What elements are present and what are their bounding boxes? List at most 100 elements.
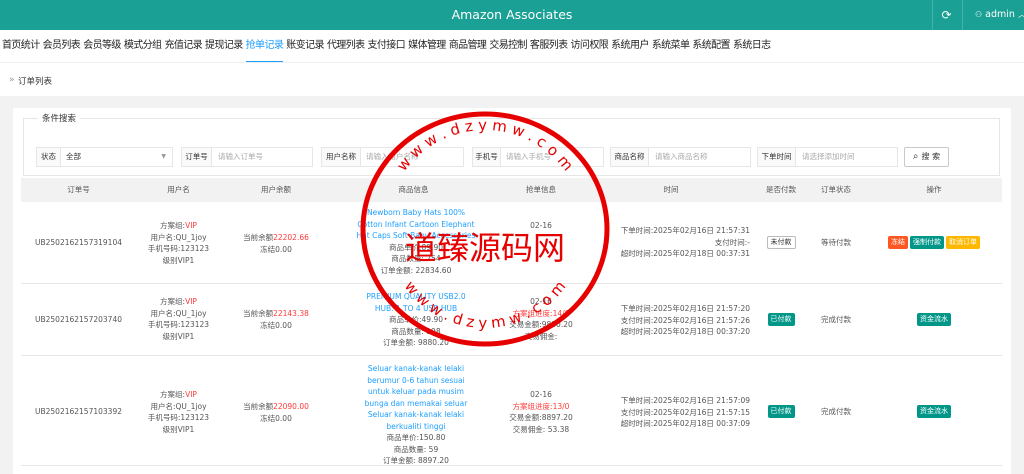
fund-flow-button[interactable]: 资金流水 — [917, 405, 951, 418]
user-name: 用户名:QU_1joy — [150, 401, 207, 411]
refresh-icon[interactable]: ⟳ — [932, 0, 960, 30]
status-label: 状态 — [37, 148, 61, 166]
breadcrumb-separator: » — [9, 75, 15, 85]
breadcrumb: » 订单列表 — [0, 62, 1024, 96]
chevron-down-icon: ▼ — [161, 153, 166, 160]
grab-progress: 方案组进度:13/0 — [512, 401, 570, 411]
product-qty: 商品数量: 59 — [393, 444, 439, 454]
nav-item[interactable]: 代理列表 — [327, 39, 365, 53]
main-nav: 首页统计 会员列表 会员等级 模式分组 充值记录 提现记录 抢单记录 账变记录 代理列表 支付接口… — [0, 30, 1024, 63]
order-status: 等待付款 — [821, 238, 851, 247]
th-balance: 用户余额 — [261, 185, 291, 194]
app-title: Amazon Associates — [451, 7, 573, 22]
unpaid-tag: 未付款 — [766, 236, 796, 249]
stamp-center-text: 道臻源码网 — [405, 229, 565, 267]
nav-item[interactable]: 模式分组 — [124, 39, 162, 53]
user-info: 方案组:VIP 用户名:QU_1joy 手机号码:123123 级别VIP1 — [136, 220, 221, 266]
time-info: 下单时间:2025年02月16日 21:57:09 支付时间:2025年02月1… — [586, 395, 756, 430]
pay-time: 支付时间:2025年02月16日 21:57:15 — [620, 407, 750, 417]
nav-item[interactable]: 会员列表 — [43, 39, 81, 53]
status-value: 全部 — [66, 152, 81, 161]
user-icon: ⚇ — [975, 10, 983, 19]
order-status: 完成付款 — [821, 407, 851, 416]
frozen-amount: 冻结0.00 — [260, 413, 292, 423]
user-info: 方案组:VIP 用户名:QU_1joy 手机号码:123123 级别VIP1 — [136, 296, 221, 342]
user-name: 用户名:QU_1joy — [150, 308, 207, 318]
plan-line: 方案组:VIP — [160, 390, 197, 399]
product-name-placeholder: 请输入商品名称 — [655, 152, 708, 161]
search-button-label: 搜 索 — [921, 152, 941, 161]
frozen-amount: 冻结0.00 — [260, 244, 292, 254]
paid-status: 已付款 — [756, 405, 806, 418]
nav-item[interactable]: 商品管理 — [449, 39, 487, 53]
fund-flow-button[interactable]: 资金流水 — [917, 313, 951, 326]
nav-item[interactable]: 会员等级 — [83, 39, 121, 53]
paid-status: 未付款 — [756, 236, 806, 249]
nav-items: 首页统计 会员列表 会员等级 模式分组 充值记录 提现记录 抢单记录 账变记录 代理列表 支付接口… — [2, 39, 774, 63]
order-time: 下单时间:2025年02月16日 21:57:09 — [620, 396, 750, 405]
nav-item[interactable]: 客服列表 — [530, 39, 568, 53]
nav-item[interactable]: 系统用户 — [611, 39, 649, 53]
nav-item[interactable]: 支付接口 — [367, 39, 405, 53]
th-status: 订单状态 — [821, 185, 851, 194]
plan-line: 方案组:VIP — [160, 297, 197, 306]
nav-item[interactable]: 系统菜单 — [652, 39, 690, 53]
user-menu[interactable]: ⚇admin︿ — [962, 0, 1024, 30]
grab-commission: 交易佣金: 53.38 — [512, 424, 570, 434]
balance-info: 当前余额22202.66 冻结0.00 — [221, 232, 331, 255]
user-phone: 手机号码:123123 — [147, 320, 210, 329]
stamp-ring-text-bottom: w w w . d z y m w . c o m — [401, 277, 569, 332]
nav-item[interactable]: 首页统计 — [2, 39, 40, 53]
watermark-stamp: w w w . d z y m w . c o m w w w . d z y … — [360, 111, 610, 347]
product-name-field[interactable]: 商品名称 请输入商品名称 — [610, 147, 751, 167]
grab-date: 02-16 — [530, 390, 552, 399]
th-username: 用户名 — [167, 185, 190, 194]
order-no-label: 订单号 — [182, 148, 212, 166]
order-time-field[interactable]: 下单时间 请选择添加时间 — [757, 147, 898, 167]
grab-amount: 交易金额:8897.20 — [509, 413, 573, 422]
nav-item[interactable]: 系统日志 — [733, 39, 771, 53]
search-button[interactable]: ⌕ 搜 索 — [904, 147, 949, 167]
nav-item[interactable]: 交易控制 — [489, 39, 527, 53]
nav-item[interactable]: 访问权限 — [571, 39, 609, 53]
frozen-amount: 冻结0.00 — [260, 320, 292, 330]
table-row: UB2502162157103392 方案组:VIP 用户名:QU_1joy 手… — [21, 356, 1002, 466]
order-total: 订单金额: 8897.20 — [383, 456, 449, 465]
product-name-link[interactable]: Seluar kanak-kanak lelaki berumur 0-6 ta… — [356, 363, 476, 432]
stamp-ring-text-top: w w w . d z y m w . c o m — [393, 116, 577, 174]
row-actions: 资金流水 — [866, 405, 1002, 418]
user-name: admin — [985, 9, 1015, 20]
balance-line: 当前余额22143.38 — [243, 309, 309, 318]
top-header: Amazon Associates ⟳ ⚇admin︿ — [0, 0, 1024, 30]
force-pay-button[interactable]: 强制付款 — [910, 236, 944, 249]
th-paid: 是否付款 — [766, 185, 796, 194]
freeze-button[interactable]: 冻结 — [888, 236, 908, 249]
nav-item[interactable]: 系统配置 — [692, 39, 730, 53]
user-level: 级别VIP1 — [162, 255, 195, 265]
order-no: UB2502162157319104 — [35, 238, 122, 247]
order-time-placeholder: 请选择添加时间 — [802, 152, 855, 161]
order-no: UB2502162157203740 — [35, 315, 122, 324]
nav-item[interactable]: 账变记录 — [286, 39, 324, 53]
balance-line: 当前余额22202.66 — [243, 233, 309, 242]
row-actions: 冻结 强制付款 取消订单 — [866, 236, 1002, 249]
th-order-no: 订单号 — [67, 185, 90, 194]
user-level: 级别VIP1 — [162, 331, 195, 341]
breadcrumb-current: 订单列表 — [18, 77, 53, 87]
nav-item[interactable]: 充值记录 — [164, 39, 202, 53]
paid-status: 已付款 — [756, 313, 806, 326]
product-info: Seluar kanak-kanak lelaki berumur 0-6 ta… — [356, 363, 476, 467]
nav-item[interactable]: 媒体管理 — [408, 39, 446, 53]
balance-info: 当前余额22143.38 冻结0.00 — [221, 308, 331, 331]
order-no-field[interactable]: 订单号 请输入订单号 — [181, 147, 313, 167]
cancel-order-button[interactable]: 取消订单 — [946, 236, 980, 249]
order-no: UB2502162157103392 — [35, 407, 122, 416]
order-status: 完成付款 — [821, 315, 851, 324]
status-select[interactable]: 状态 全部 ▼ — [36, 147, 173, 167]
balance-info: 当前余额22090.00 冻结0.00 — [221, 401, 331, 424]
paid-tag: 已付款 — [767, 405, 795, 418]
nav-item[interactable]: 提现记录 — [205, 39, 243, 53]
order-no-placeholder: 请输入订单号 — [218, 152, 263, 161]
plan-line: 方案组:VIP — [160, 221, 197, 230]
nav-item[interactable]: 抢单记录 — [245, 39, 284, 63]
